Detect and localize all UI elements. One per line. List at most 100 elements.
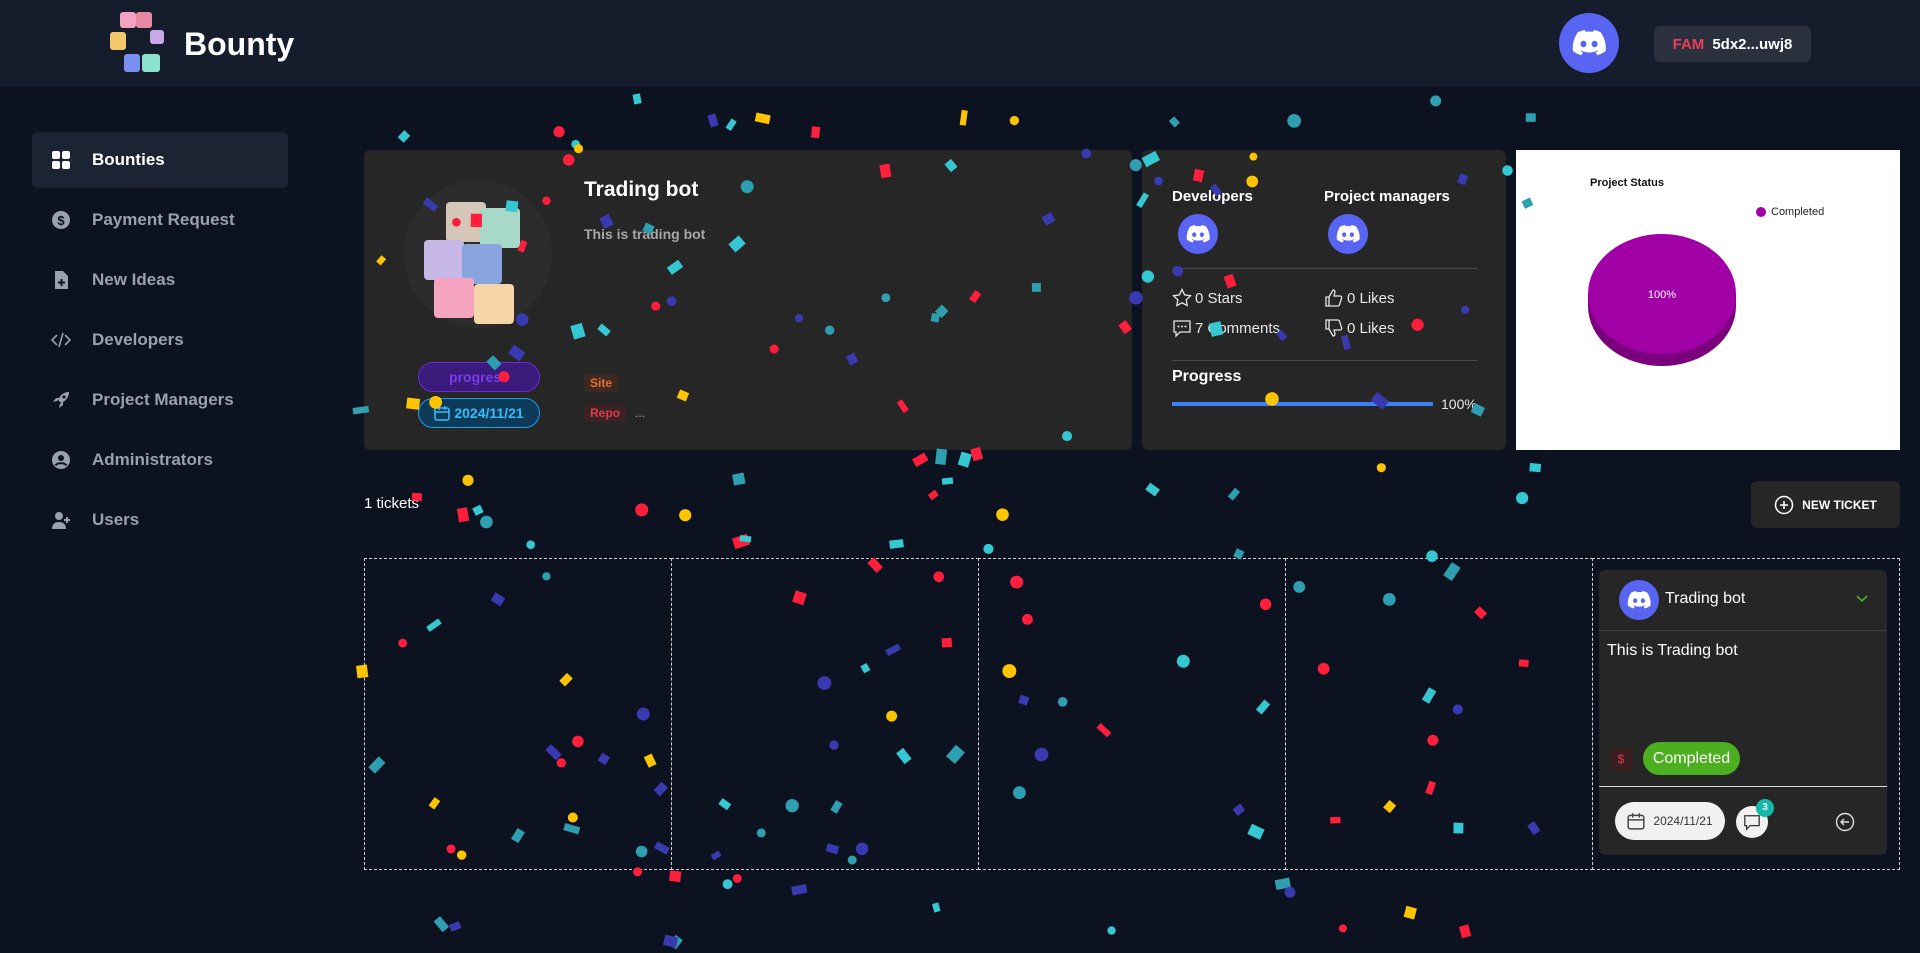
confetti-piece [932, 902, 941, 913]
confetti-piece [912, 452, 929, 467]
confetti-piece [1274, 877, 1291, 890]
sidebar-item-bounties[interactable]: Bounties [32, 132, 288, 188]
confetti-piece [1403, 905, 1417, 920]
confetti-piece [722, 879, 733, 890]
brand[interactable]: Bounty [110, 10, 294, 78]
confetti-piece [754, 112, 771, 125]
confetti-piece [791, 884, 808, 896]
repo-link[interactable]: Repo [584, 404, 626, 422]
ticket-status-badge[interactable]: Completed [1643, 742, 1740, 775]
project-description: This is trading bot [584, 226, 706, 242]
divider [1599, 786, 1887, 787]
user-circle-icon [48, 449, 74, 471]
confetti-piece [731, 533, 751, 550]
confetti-piece [1168, 116, 1180, 128]
dislikes-stat[interactable]: 0 Likes [1324, 318, 1395, 338]
calendar-icon [434, 406, 451, 421]
sidebar-item-new-ideas[interactable]: New Ideas [32, 252, 288, 308]
confetti-piece [1525, 113, 1536, 122]
confetti-piece [448, 921, 462, 932]
board-column[interactable] [364, 558, 672, 870]
sidebar: Bounties $ Payment Request New Ideas Dev… [32, 132, 288, 552]
ticket-date: 2024/11/21 [1615, 802, 1725, 840]
plus-circle-icon [1774, 495, 1794, 514]
ticket-count: 1 tickets [364, 495, 420, 512]
sidebar-item-developers[interactable]: Developers [32, 312, 288, 368]
comment-icon [1744, 815, 1760, 831]
project-card[interactable]: progress 2024/11/21 Trading bot This is … [364, 150, 1132, 450]
confetti-piece [632, 93, 642, 105]
sidebar-item-label: Users [92, 510, 140, 529]
confetti-piece [1338, 924, 1347, 933]
confetti-piece [996, 508, 1009, 521]
confetti-piece [668, 934, 683, 950]
code-icon [48, 329, 74, 351]
site-link[interactable]: Site [584, 374, 619, 392]
confetti-piece [1227, 487, 1241, 501]
sidebar-item-users[interactable]: Users [32, 492, 288, 548]
board-column[interactable] [671, 558, 979, 870]
sidebar-item-project-managers[interactable]: Project Managers [32, 372, 288, 428]
confetti-piece [663, 934, 679, 948]
wallet-address: 5dx2...uwj8 [1712, 35, 1793, 53]
progress-percent: 100% [1441, 396, 1477, 412]
currency-badge: $ [1610, 748, 1632, 770]
new-ticket-label: NEW TICKET [1802, 497, 1877, 512]
ticket-card[interactable]: Trading bot This is Trading bot $ Comple… [1599, 570, 1887, 855]
sidebar-item-label: Administrators [92, 450, 213, 469]
board-column[interactable]: Trading bot This is Trading bot $ Comple… [1592, 558, 1900, 870]
confetti-piece [456, 507, 470, 523]
progress-bar [1172, 402, 1433, 406]
comments-stat[interactable]: 7 Comments [1172, 318, 1280, 338]
confetti-piece [1458, 924, 1472, 939]
wallet-button[interactable]: FAM 5dx2...uwj8 [1654, 26, 1811, 62]
comments-text: 7 Comments [1195, 319, 1281, 337]
top-header: Bounty FAM 5dx2...uwj8 [0, 0, 1920, 87]
likes-text: 0 Likes [1347, 289, 1395, 307]
confetti-piece [635, 503, 649, 517]
developers-heading: Developers [1172, 188, 1253, 205]
confetti-piece [480, 515, 493, 529]
more-links[interactable]: ... [635, 406, 645, 420]
discord-icon [1572, 30, 1606, 56]
pie-slice-label: 100% [1648, 289, 1676, 301]
sidebar-item-label: Developers [92, 330, 184, 349]
sidebar-item-administrators[interactable]: Administrators [32, 432, 288, 488]
sidebar-item-payment-request[interactable]: $ Payment Request [32, 192, 288, 248]
developer-avatar[interactable] [1178, 214, 1218, 254]
ticket-title: Trading bot [1665, 590, 1746, 607]
arrow-left-circle-icon[interactable] [1835, 812, 1855, 832]
likes-stat[interactable]: 0 Likes [1324, 288, 1395, 308]
confetti-piece [1284, 886, 1296, 898]
comment-icon [1173, 320, 1191, 338]
confetti-piece [1287, 114, 1301, 128]
stars-text: 0 Stars [1195, 289, 1243, 307]
confetti-piece [397, 130, 411, 143]
svg-text:$: $ [57, 213, 65, 228]
managers-heading: Project managers [1324, 188, 1450, 205]
chevron-down-icon[interactable] [1854, 590, 1870, 606]
manager-avatar[interactable] [1328, 214, 1368, 254]
ticket-description: This is Trading bot [1607, 642, 1738, 659]
confetti-piece [935, 448, 948, 465]
divider [1172, 268, 1477, 269]
confetti-piece [553, 126, 565, 138]
confetti-piece [739, 535, 752, 543]
discord-icon [1336, 225, 1360, 243]
confetti-piece [1529, 463, 1542, 473]
sidebar-item-label: Bounties [92, 150, 165, 169]
confetti-piece [707, 113, 719, 128]
confetti-piece [927, 489, 939, 501]
board-column[interactable] [978, 558, 1286, 870]
new-ticket-button[interactable]: NEW TICKET [1751, 481, 1900, 528]
board-column[interactable] [1285, 558, 1593, 870]
thumbs-up-icon [1325, 289, 1343, 307]
confetti-piece [1009, 115, 1020, 126]
divider [1599, 630, 1887, 631]
discord-icon [1186, 225, 1210, 243]
discord-login-button[interactable] [1559, 13, 1619, 73]
confetti-piece [983, 543, 994, 554]
stars-stat[interactable]: 0 Stars [1172, 288, 1243, 308]
confetti-piece [679, 509, 692, 522]
date-badge: 2024/11/21 [418, 398, 540, 428]
